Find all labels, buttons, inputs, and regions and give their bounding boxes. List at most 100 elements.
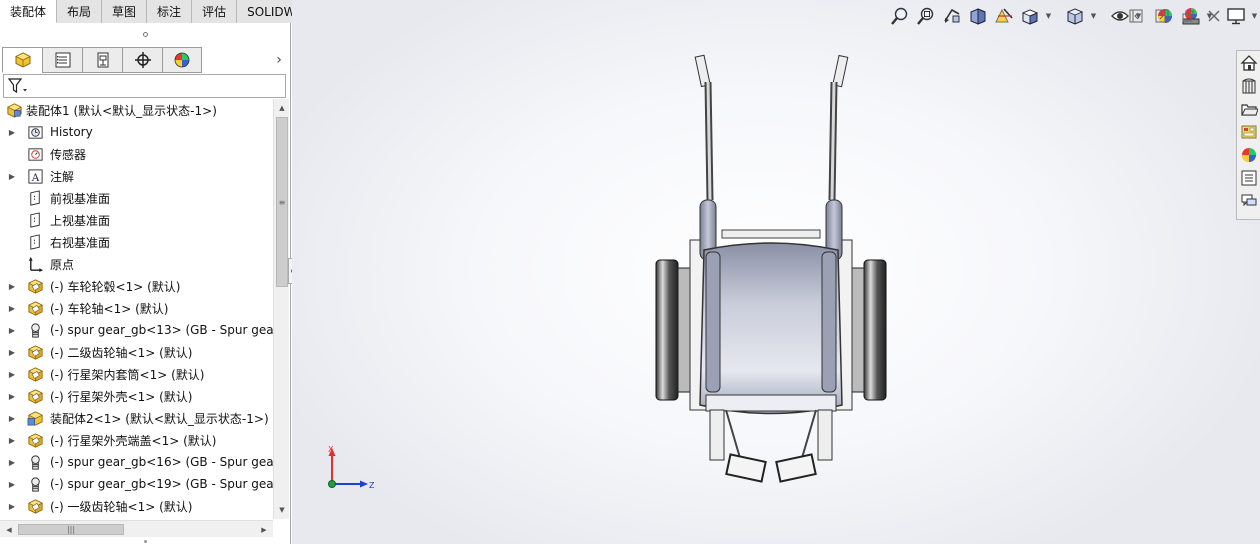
command-tab[interactable]: 布局 (57, 0, 103, 23)
expand-arrow-icon[interactable]: ▶ (7, 171, 17, 181)
tree-item[interactable]: ▶ (-) 行星架内套筒<1> (默认) (0, 363, 273, 385)
view-settings-icon[interactable] (1224, 4, 1248, 28)
tree-item[interactable]: ▶ 装配体2<1> (默认<默认_显示状态-1>) (0, 407, 273, 429)
expand-arrow-icon[interactable]: ▶ (7, 369, 17, 379)
tree-filter[interactable] (3, 74, 286, 98)
custom-properties-icon[interactable] (1238, 167, 1260, 189)
expand-arrow-icon[interactable]: ▶ (7, 501, 17, 511)
zoom-to-fit-icon[interactable] (888, 4, 912, 28)
chevron-down-icon[interactable]: ▼ (1250, 4, 1259, 28)
tree-item[interactable]: 右视基准面 (0, 231, 273, 253)
file-explorer-icon[interactable] (1238, 98, 1260, 120)
scroll-left-icon[interactable]: ◀ (2, 521, 16, 538)
chevron-down-icon[interactable]: ▼ (1089, 4, 1098, 28)
graphics-area[interactable]: ▼ ▼ ▼ ▼ ▼ X Z (292, 0, 1260, 544)
toolbox-part-icon (26, 453, 44, 471)
tree-item-label: (-) 一级齿轮轴<1> (默认) (50, 499, 193, 514)
expand-arrow-icon[interactable]: ▶ (7, 391, 17, 401)
tab-dimxpertmanager[interactable] (122, 47, 162, 73)
tree-item-label: (-) 行星架内套筒<1> (默认) (50, 367, 205, 382)
document-window-controls (1126, 6, 1224, 26)
tree-item-label: 前视基准面 (50, 191, 111, 206)
tree-item[interactable]: ▶ (-) 行星架外壳<1> (默认) (0, 385, 273, 407)
toolbox-part-icon (26, 475, 44, 493)
section-view-icon[interactable] (966, 4, 990, 28)
command-tab[interactable]: 标注 (147, 0, 193, 23)
chevron-down-icon[interactable]: ▼ (1044, 4, 1053, 28)
tree-item[interactable]: ▶ (-) 一级齿轮轴<1> (默认) (0, 495, 273, 517)
view-palette-icon[interactable] (1238, 121, 1260, 143)
expand-arrow-icon[interactable]: ▶ (7, 413, 17, 423)
tree-item-label: 原点 (50, 257, 75, 272)
forum-icon[interactable] (1238, 190, 1260, 212)
task-pane (1236, 50, 1260, 220)
scroll-right-icon[interactable]: ▶ (257, 521, 271, 538)
restore-window-icon[interactable] (1178, 6, 1198, 26)
wheelchair-model[interactable] (622, 50, 912, 500)
solidworks-resources-icon[interactable] (1238, 52, 1260, 74)
bottom-grip[interactable] (0, 538, 290, 544)
tree-item[interactable]: 上视基准面 (0, 209, 273, 231)
expand-arrow-icon[interactable]: ▶ (7, 435, 17, 445)
tree-item[interactable]: ▶ (-) 二级齿轮轴<1> (默认) (0, 341, 273, 363)
dynamic-annotation-icon[interactable] (992, 4, 1016, 28)
tree-item[interactable]: ▶ A 注解 (0, 165, 273, 187)
expand-arrow-icon[interactable]: ▶ (7, 325, 17, 335)
tree-item[interactable]: ▶ (-) spur gear_gb<19> (GB - Spur gear (0, 473, 273, 495)
close-icon[interactable] (1204, 6, 1224, 26)
plane-icon (26, 211, 44, 229)
tree-horizontal-scrollbar[interactable]: ◀ ||| ▶ (0, 520, 273, 537)
tab-displaymanager[interactable] (162, 47, 202, 73)
chevron-right-icon[interactable]: › (272, 51, 286, 69)
origin-icon (26, 255, 44, 273)
tile-left-icon[interactable] (1126, 6, 1146, 26)
tree-item-label: (-) spur gear_gb<16> (GB - Spur gear (50, 455, 273, 469)
expand-arrow-icon[interactable]: ▶ (7, 127, 17, 137)
tree-item[interactable]: ▶ (-) spur gear_gb<13> (GB - Spur gear (0, 319, 273, 341)
part-icon (26, 431, 44, 449)
tile-right-icon[interactable] (1152, 6, 1172, 26)
annotation-icon: A (26, 167, 44, 185)
tree-item[interactable]: 前视基准面 (0, 187, 273, 209)
scroll-up-icon[interactable]: ▲ (274, 101, 290, 115)
expand-arrow-icon[interactable]: ▶ (7, 281, 17, 291)
command-tab[interactable]: 装配体 (0, 0, 58, 23)
tab-featuremanager-tree[interactable] (2, 47, 42, 73)
view-orientation-icon[interactable] (1018, 4, 1042, 28)
command-tab[interactable]: 草图 (102, 0, 148, 23)
subassembly-icon (26, 409, 44, 427)
expand-arrow-icon[interactable]: ▶ (7, 457, 17, 467)
previous-view-icon[interactable] (940, 4, 964, 28)
scroll-thumb[interactable]: ≡ (276, 117, 288, 287)
appearances-icon[interactable] (1238, 144, 1260, 166)
zoom-to-area-icon[interactable] (914, 4, 938, 28)
tree-item[interactable]: ▶ History (0, 121, 273, 143)
command-tab[interactable]: 评估 (192, 0, 238, 23)
tree-item[interactable]: 传感器 (0, 143, 273, 165)
tab-configurationmanager[interactable] (82, 47, 122, 73)
tree-item[interactable]: 原点 (0, 253, 273, 275)
design-library-icon[interactable] (1238, 75, 1260, 97)
scroll-down-icon[interactable]: ▼ (274, 503, 290, 517)
triad-x-label: X (328, 445, 334, 454)
tree-item-label: (-) 车轮轴<1> (默认) (50, 301, 169, 316)
plane-icon (26, 189, 44, 207)
tree-item-label: 装配体2<1> (默认<默认_显示状态-1>) (50, 411, 269, 426)
expand-arrow-icon[interactable]: ▶ (7, 479, 17, 489)
part-icon (26, 365, 44, 383)
expand-arrow-icon[interactable]: ▶ (7, 303, 17, 313)
hscroll-thumb[interactable]: ||| (18, 524, 124, 535)
panel-grip[interactable] (0, 23, 290, 45)
display-style-icon[interactable] (1063, 4, 1087, 28)
tree-item[interactable]: ▶ (-) spur gear_gb<16> (GB - Spur gear (0, 451, 273, 473)
toolbox-part-icon (26, 321, 44, 339)
tree-item[interactable]: ▶ (-) 行星架外壳端盖<1> (默认) (0, 429, 273, 451)
triad-z-label: Z (369, 481, 375, 490)
tree-vertical-scrollbar[interactable]: ▲ ≡ ▼ (273, 99, 289, 519)
tree-item[interactable]: ▶ (-) 车轮轮毂<1> (默认) (0, 275, 273, 297)
tab-propertymanager[interactable] (42, 47, 82, 73)
feature-manager-panel: › 装配体1 (默认<默认_显示状态-1>) ▶ History 传感器 ▶ A 注解 前视… (0, 23, 291, 544)
expand-arrow-icon[interactable]: ▶ (7, 347, 17, 357)
tree-item[interactable]: ▶ (-) 车轮轴<1> (默认) (0, 297, 273, 319)
tree-root[interactable]: 装配体1 (默认<默认_显示状态-1>) (0, 99, 273, 121)
